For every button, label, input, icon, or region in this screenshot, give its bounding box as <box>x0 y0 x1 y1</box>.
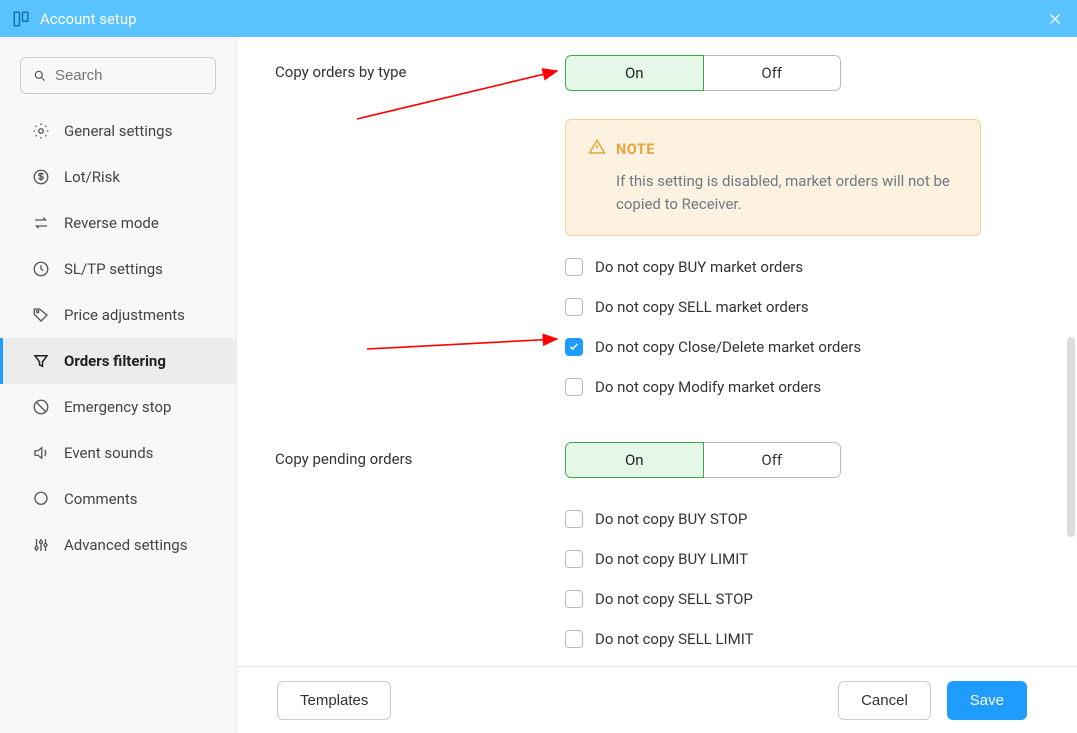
note-box: NOTE If this setting is disabled, market… <box>565 119 981 236</box>
checkbox-label: Do not copy BUY LIMIT <box>595 550 748 568</box>
checkbox-icon <box>565 510 583 528</box>
close-button[interactable] <box>1045 9 1065 29</box>
clock-icon <box>32 260 50 278</box>
sidebar-item-label: Orders filtering <box>64 352 166 370</box>
sliders-icon <box>32 536 50 554</box>
checkbox-buy-stop[interactable]: Do not copy BUY STOP <box>565 510 1039 528</box>
swap-icon <box>32 214 50 232</box>
sidebar-item-label: Event sounds <box>64 444 153 462</box>
toggle-pending-off[interactable]: Off <box>704 442 842 478</box>
chat-icon <box>32 490 50 508</box>
sidebar-item-price[interactable]: Price adjustments <box>0 292 236 338</box>
checkbox-icon <box>565 298 583 316</box>
tag-icon <box>32 306 50 324</box>
sidebar-item-advanced[interactable]: Advanced settings <box>0 522 236 568</box>
checkbox-icon <box>565 630 583 648</box>
checkbox-modify-market[interactable]: Do not copy Modify market orders <box>565 378 1039 396</box>
app-icon <box>12 10 30 28</box>
sidebar-item-reverse[interactable]: Reverse mode <box>0 200 236 246</box>
checkbox-label: Do not copy SELL LIMIT <box>595 630 754 648</box>
templates-button[interactable]: Templates <box>277 681 391 720</box>
sidebar-item-general[interactable]: General settings <box>0 108 236 154</box>
checkbox-label: Do not copy BUY market orders <box>595 258 803 276</box>
toggle-copy-orders-on[interactable]: On <box>565 55 704 91</box>
toggle-copy-orders: On Off <box>565 55 841 91</box>
checkbox-close-delete[interactable]: Do not copy Close/Delete market orders <box>565 338 1039 356</box>
checkbox-sell-limit[interactable]: Do not copy SELL LIMIT <box>565 630 1039 648</box>
filter-icon <box>32 352 50 370</box>
sidebar-item-sltp[interactable]: SL/TP settings <box>0 246 236 292</box>
sidebar-item-label: Comments <box>64 490 138 508</box>
titlebar: Account setup <box>0 0 1077 37</box>
sidebar-item-sounds[interactable]: Event sounds <box>0 430 236 476</box>
checkbox-buy-limit[interactable]: Do not copy BUY LIMIT <box>565 550 1039 568</box>
dollar-icon <box>32 168 50 186</box>
sidebar-item-label: Lot/Risk <box>64 168 120 186</box>
sidebar-item-label: Price adjustments <box>64 306 185 324</box>
checkbox-icon <box>565 378 583 396</box>
cancel-button[interactable]: Cancel <box>838 681 931 720</box>
toggle-pending-orders: On Off <box>565 442 841 478</box>
note-text: If this setting is disabled, market orde… <box>588 170 958 215</box>
sidebar: General settings Lot/Risk Reverse mode S… <box>0 37 237 733</box>
forbid-icon <box>32 398 50 416</box>
checkbox-buy-market[interactable]: Do not copy BUY market orders <box>565 258 1039 276</box>
search-box[interactable] <box>20 57 216 94</box>
footer: Templates Cancel Save <box>237 666 1077 733</box>
sidebar-item-label: Advanced settings <box>64 536 187 554</box>
checkbox-label: Do not copy BUY STOP <box>595 510 747 528</box>
window-title: Account setup <box>40 10 137 28</box>
sidebar-item-label: SL/TP settings <box>64 260 163 278</box>
checkbox-icon <box>565 338 583 356</box>
checkbox-label: Do not copy SELL market orders <box>595 298 809 316</box>
scrollbar[interactable] <box>1067 337 1075 537</box>
sidebar-item-label: General settings <box>64 122 172 140</box>
search-input[interactable] <box>55 67 203 84</box>
sidebar-item-filtering[interactable]: Orders filtering <box>0 338 236 384</box>
content-area: Copy orders by type On Off NOTE <box>237 37 1077 733</box>
note-title: NOTE <box>616 141 655 158</box>
sidebar-item-label: Emergency stop <box>64 398 171 416</box>
toggle-copy-orders-off[interactable]: Off <box>704 55 842 91</box>
sidebar-item-emergency[interactable]: Emergency stop <box>0 384 236 430</box>
sidebar-item-label: Reverse mode <box>64 214 159 232</box>
checkbox-label: Do not copy SELL STOP <box>595 590 753 608</box>
section-label-pending: Copy pending orders <box>275 442 565 468</box>
checkbox-sell-stop[interactable]: Do not copy SELL STOP <box>565 590 1039 608</box>
checkbox-icon <box>565 258 583 276</box>
section-label-copy-orders: Copy orders by type <box>275 55 565 81</box>
toggle-pending-on[interactable]: On <box>565 442 704 478</box>
gear-icon <box>32 122 50 140</box>
save-button[interactable]: Save <box>947 681 1027 720</box>
sidebar-item-lotrisk[interactable]: Lot/Risk <box>0 154 236 200</box>
checkbox-label: Do not copy Close/Delete market orders <box>595 338 861 356</box>
warning-icon <box>588 138 606 160</box>
checkbox-sell-market[interactable]: Do not copy SELL market orders <box>565 298 1039 316</box>
sidebar-item-comments[interactable]: Comments <box>0 476 236 522</box>
checkbox-icon <box>565 590 583 608</box>
checkbox-icon <box>565 550 583 568</box>
checkbox-label: Do not copy Modify market orders <box>595 378 821 396</box>
sound-icon <box>32 444 50 462</box>
